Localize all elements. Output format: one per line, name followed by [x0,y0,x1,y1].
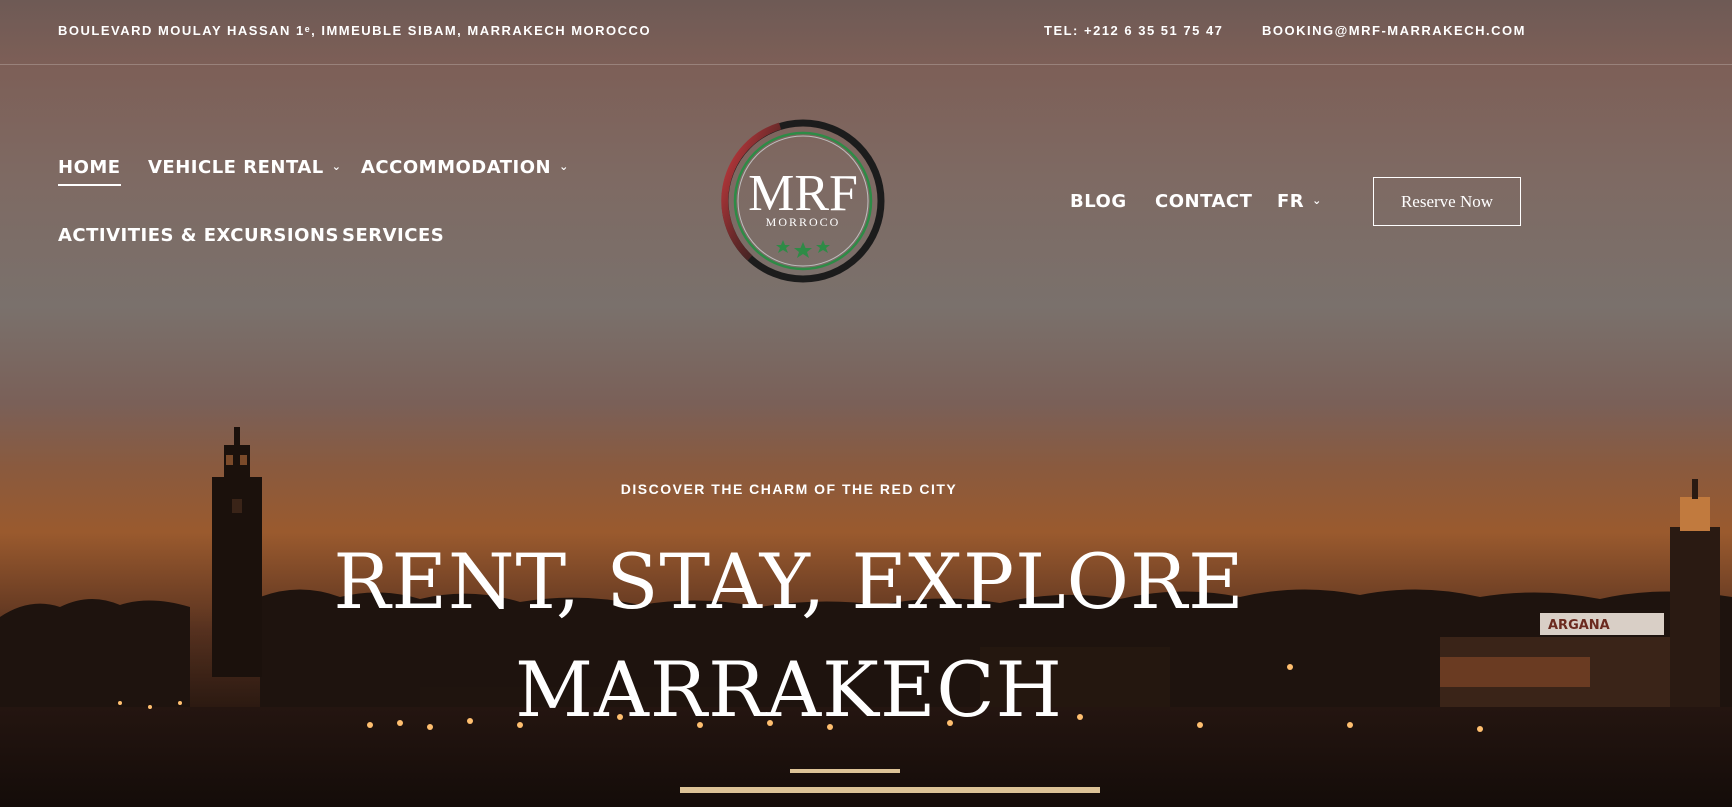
nav-vehicle-rental[interactable]: VEHICLE RENTAL ⌄ [148,157,341,178]
nav-services[interactable]: SERVICES [342,225,444,246]
chevron-down-icon: ⌄ [559,160,569,173]
nav-accommodation[interactable]: ACCOMMODATION ⌄ [361,157,569,178]
nav-vehicle-rental-label: VEHICLE RENTAL [148,157,324,178]
nav-contact-label: CONTACT [1155,191,1253,212]
top-info-bar: BOULEVARD MOULAY HASSAN 1ᵉ, IMMEUBLE SIB… [0,0,1732,65]
chevron-down-icon: ⌄ [331,160,342,173]
language-label: FR [1277,191,1305,212]
logo-text: MRF [748,165,858,222]
hero-title-line-1: RENT, STAY, EXPLORE [333,537,1245,626]
nav-contact[interactable]: CONTACT [1155,191,1252,212]
logo-subtext: MORROCO [766,215,841,229]
mrf-logo[interactable]: MRF MORROCO [720,118,886,284]
hero-kicker: DISCOVER THE CHARM OF THE RED CITY [620,481,958,497]
email-link[interactable]: BOOKING@MRF-MARRAKECH.COM [1262,23,1526,38]
hero-title-line-2: MARRAKECH [515,645,1063,734]
star-icon [776,240,830,258]
nav-home-label: HOME [58,157,121,178]
nav-services-label: SERVICES [342,225,445,246]
nav-blog[interactable]: BLOG [1070,191,1127,212]
address-text: BOULEVARD MOULAY HASSAN 1ᵉ, IMMEUBLE SIB… [58,23,652,38]
language-selector[interactable]: FR ⌄ [1277,191,1322,212]
nav-accommodation-label: ACCOMMODATION [361,157,552,178]
nav-blog-label: BLOG [1070,191,1127,212]
nav-activities-label: ACTIVITIES & EXCURSIONS [58,225,339,246]
reserve-now-button[interactable]: Reserve Now [1373,177,1521,226]
nav-activities[interactable]: ACTIVITIES & EXCURSIONS [58,225,339,246]
nav-home[interactable]: HOME [58,157,121,186]
hero-title: RENT, STAY, EXPLORE MARRAKECH [0,528,1578,744]
phone-link[interactable]: TEL: +212 6 35 51 75 47 [1044,23,1223,38]
chevron-down-icon: ⌄ [1312,194,1322,207]
